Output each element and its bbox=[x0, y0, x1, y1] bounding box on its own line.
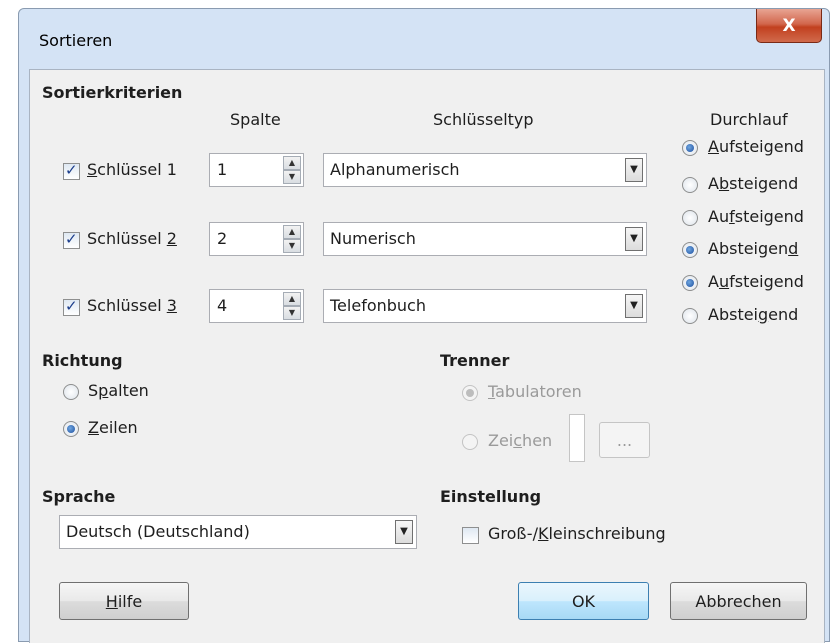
key3-type-value: Telefonbuch bbox=[330, 296, 426, 315]
key2-type-dropdown[interactable]: Numerisch ▼ bbox=[323, 222, 647, 256]
spin-down-icon[interactable]: ▼ bbox=[283, 239, 301, 253]
cancel-button[interactable]: Abbrechen bbox=[670, 582, 807, 620]
key2-ascending-label: Aufsteigend bbox=[708, 207, 804, 226]
key3-descending-radio[interactable] bbox=[682, 308, 698, 324]
spin-down-icon[interactable]: ▼ bbox=[283, 170, 301, 184]
key1-checkbox[interactable] bbox=[63, 161, 80, 180]
key2-column-spinner[interactable]: 2 ▲ ▼ bbox=[209, 222, 304, 256]
case-sensitive-checkbox[interactable] bbox=[462, 527, 479, 544]
help-button-label: Hilfe bbox=[105, 591, 143, 611]
separator-tabs-label: Tabulatoren bbox=[488, 382, 582, 401]
language-dropdown[interactable]: Deutsch (Deutschland) ▼ bbox=[59, 515, 417, 549]
dialog-content: Sortierkriterien Spalte Schlüsseltyp Dur… bbox=[29, 69, 825, 643]
ok-button-label: OK bbox=[571, 591, 596, 611]
direction-columns-radio[interactable] bbox=[63, 384, 79, 400]
direction-rows-radio[interactable] bbox=[63, 421, 79, 437]
key3-ascending-label: Aufsteigend bbox=[708, 272, 804, 291]
column-header-key-type: Schlüsseltyp bbox=[433, 110, 534, 129]
key3-descending-label: Absteigend bbox=[708, 305, 799, 324]
key2-column-value: 2 bbox=[217, 229, 228, 248]
key1-descending-label: Absteigend bbox=[708, 174, 799, 193]
close-icon: X bbox=[782, 15, 796, 36]
settings-heading: Einstellung bbox=[440, 487, 542, 506]
ellipsis-label: ... bbox=[616, 430, 633, 450]
column-header-direction: Durchlauf bbox=[710, 110, 788, 129]
separator-heading: Trenner bbox=[440, 351, 510, 370]
key3-column-spinner[interactable]: 4 ▲ ▼ bbox=[209, 289, 304, 323]
spin-up-icon[interactable]: ▲ bbox=[283, 292, 301, 306]
key1-type-value: Alphanumerisch bbox=[330, 160, 460, 179]
dropdown-arrow-icon[interactable]: ▼ bbox=[625, 294, 643, 318]
spin-up-icon[interactable]: ▲ bbox=[283, 156, 301, 170]
key1-label: Schlüssel 1 bbox=[87, 160, 177, 179]
direction-rows-label: Zeilen bbox=[88, 418, 138, 437]
close-button[interactable]: X bbox=[756, 9, 822, 43]
dropdown-arrow-icon[interactable]: ▼ bbox=[625, 158, 643, 182]
sort-dialog: Sortieren X Sortierkriterien Spalte Schl… bbox=[18, 8, 830, 643]
language-value: Deutsch (Deutschland) bbox=[66, 522, 250, 541]
dialog-title: Sortieren bbox=[39, 31, 113, 50]
direction-heading: Richtung bbox=[42, 351, 123, 370]
key2-label: Schlüssel 2 bbox=[87, 229, 177, 248]
key2-descending-label: Absteigend bbox=[708, 239, 799, 258]
case-sensitive-label: Groß-/Kleinschreibung bbox=[488, 524, 666, 543]
ok-button[interactable]: OK bbox=[518, 582, 649, 620]
key1-type-dropdown[interactable]: Alphanumerisch ▼ bbox=[323, 153, 647, 187]
title-bar: Sortieren X bbox=[19, 9, 829, 69]
language-heading: Sprache bbox=[42, 487, 116, 506]
key3-ascending-radio[interactable] bbox=[682, 275, 698, 291]
key3-label: Schlüssel 3 bbox=[87, 296, 177, 315]
sort-criteria-heading: Sortierkriterien bbox=[42, 83, 183, 102]
key1-column-value: 1 bbox=[217, 160, 228, 179]
dropdown-arrow-icon[interactable]: ▼ bbox=[395, 520, 413, 544]
direction-columns-label: Spalten bbox=[88, 381, 149, 400]
key2-type-value: Numerisch bbox=[330, 229, 416, 248]
key3-type-dropdown[interactable]: Telefonbuch ▼ bbox=[323, 289, 647, 323]
key1-column-spinner[interactable]: 1 ▲ ▼ bbox=[209, 153, 304, 187]
dropdown-arrow-icon[interactable]: ▼ bbox=[625, 227, 643, 251]
key2-checkbox[interactable] bbox=[63, 230, 80, 249]
column-header-spalte: Spalte bbox=[230, 110, 281, 129]
cancel-button-label: Abbrechen bbox=[695, 591, 782, 611]
key1-descending-radio[interactable] bbox=[682, 177, 698, 193]
key3-column-value: 4 bbox=[217, 296, 228, 315]
help-button[interactable]: Hilfe bbox=[59, 582, 189, 620]
spin-down-icon[interactable]: ▼ bbox=[283, 306, 301, 320]
key2-descending-radio[interactable] bbox=[682, 242, 698, 258]
separator-char-picker-button[interactable]: ... bbox=[599, 422, 650, 458]
key2-ascending-radio[interactable] bbox=[682, 210, 698, 226]
separator-chars-radio[interactable] bbox=[462, 434, 478, 450]
spin-up-icon[interactable]: ▲ bbox=[283, 225, 301, 239]
key1-ascending-label: Aufsteigend bbox=[708, 137, 804, 156]
separator-char-input[interactable] bbox=[569, 414, 585, 462]
separator-tabs-radio[interactable] bbox=[462, 385, 478, 401]
key3-checkbox[interactable] bbox=[63, 297, 80, 316]
separator-chars-label: Zeichen bbox=[488, 431, 553, 450]
key1-ascending-radio[interactable] bbox=[682, 140, 698, 156]
